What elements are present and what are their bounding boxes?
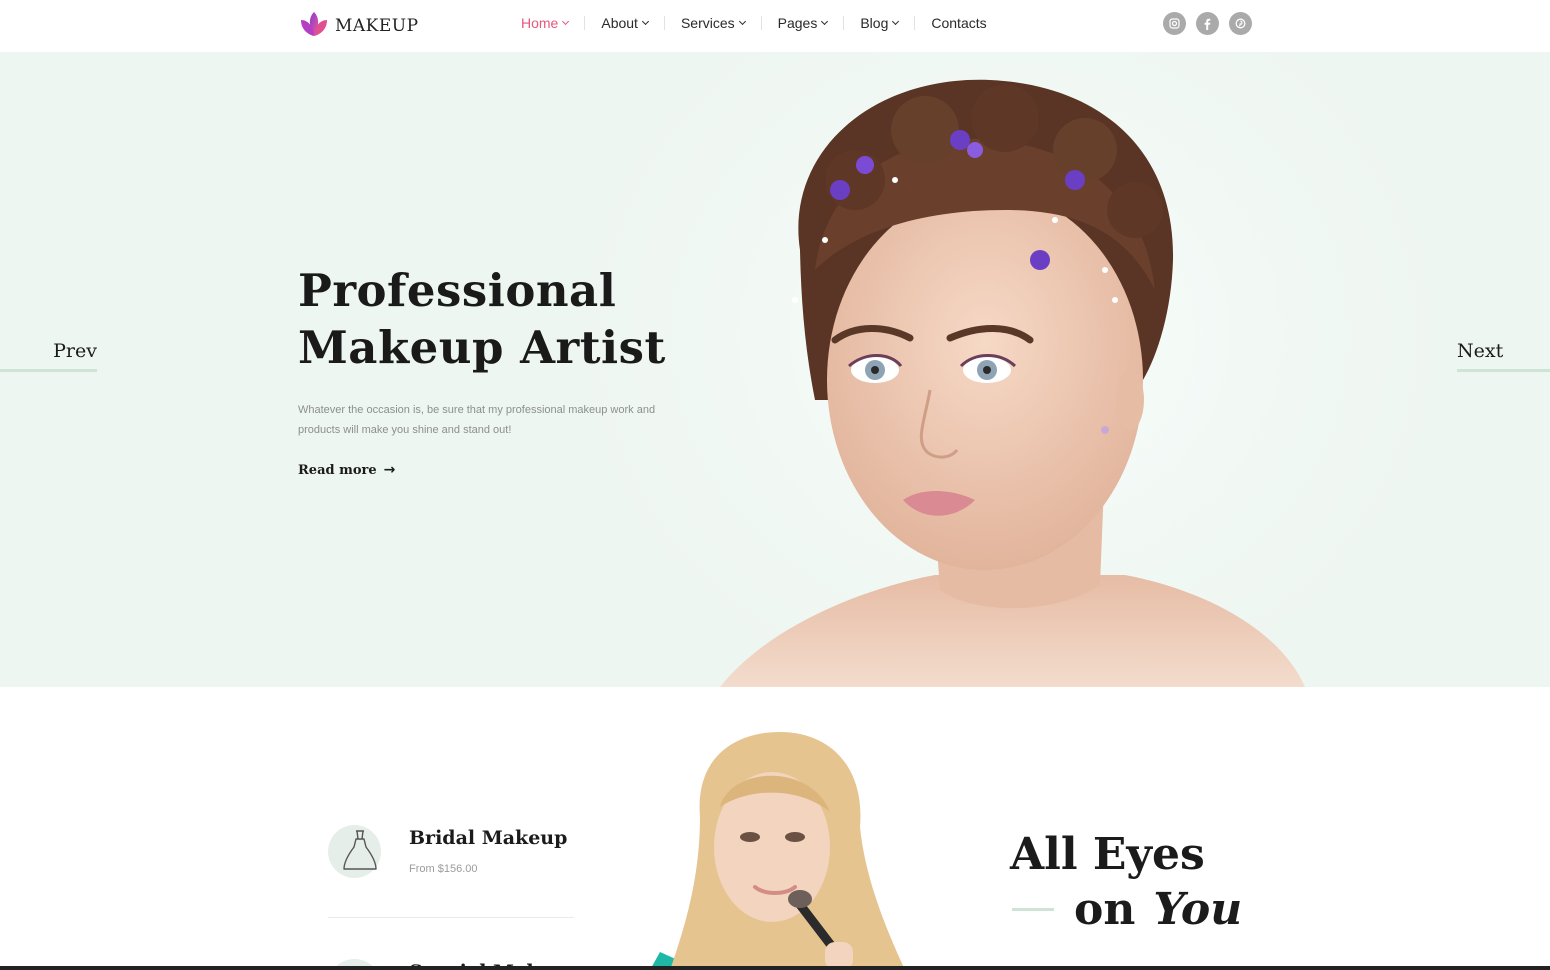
- hero-model-photo: [720, 79, 1305, 687]
- next-label: Next: [1457, 340, 1504, 362]
- site-header: MAKEUP Home About Services Pages Blog Co…: [0, 0, 1550, 52]
- hero-title-line-1: Professional: [298, 264, 617, 317]
- main-nav: Home About Services Pages Blog Contacts: [505, 15, 1003, 31]
- nav-label: About: [601, 15, 638, 31]
- chevron-down-icon: [738, 17, 746, 26]
- lotus-icon: [301, 12, 327, 36]
- next-slide-button[interactable]: Next: [1457, 340, 1550, 372]
- instagram-button[interactable]: [1163, 12, 1186, 35]
- feature-title-on: on: [1074, 884, 1136, 935]
- read-more-link[interactable]: Read more →: [298, 462, 395, 478]
- window-bottom-edge: [0, 966, 1550, 970]
- hero-slider: Professional Makeup Artist Whatever the …: [0, 52, 1550, 687]
- next-underline: [1457, 369, 1550, 372]
- blonde-model-photo: [650, 732, 905, 970]
- arrow-right-icon: →: [383, 462, 396, 478]
- feature-title-you: You: [1153, 884, 1243, 935]
- facebook-icon: [1204, 18, 1211, 30]
- service-price: From $156.00: [409, 863, 478, 875]
- read-more-label: Read more: [298, 462, 377, 478]
- services-section: Bridal Makeup From $156.00 Special Makeu…: [0, 687, 1550, 970]
- chevron-down-icon: [821, 17, 829, 26]
- dress-icon: [343, 830, 377, 870]
- nav-label: Home: [521, 15, 559, 31]
- prev-label: Prev: [53, 340, 97, 362]
- site-logo[interactable]: MAKEUP: [298, 9, 419, 39]
- chevron-down-icon: [892, 17, 900, 26]
- nav-item-services[interactable]: Services: [665, 15, 761, 31]
- feature-title-line-2: on You: [1012, 884, 1242, 935]
- nav-item-about[interactable]: About: [585, 15, 664, 31]
- service-icon-circle: [328, 825, 381, 878]
- chevron-down-icon: [562, 17, 570, 26]
- facebook-button[interactable]: [1196, 12, 1219, 35]
- prev-slide-button[interactable]: Prev: [0, 340, 97, 372]
- nav-label: Contacts: [931, 15, 987, 31]
- nav-item-blog[interactable]: Blog: [844, 15, 914, 31]
- service-item-bridal[interactable]: Bridal Makeup From $156.00: [328, 825, 567, 878]
- service-title: Bridal Makeup: [409, 827, 568, 849]
- nav-item-home[interactable]: Home: [505, 15, 584, 31]
- hero-description: Whatever the occasion is, be sure that m…: [298, 404, 656, 436]
- instagram-icon: [1169, 18, 1180, 29]
- brand-name: MAKEUP: [335, 15, 419, 36]
- chevron-down-icon: [641, 17, 649, 26]
- hero-title-line-2: Makeup Artist: [298, 321, 666, 374]
- nav-label: Blog: [860, 15, 889, 31]
- nav-label: Pages: [777, 15, 818, 31]
- nav-label: Services: [680, 15, 735, 31]
- feature-title-line-1: All Eyes: [1010, 829, 1205, 880]
- pinterest-button[interactable]: [1229, 12, 1252, 35]
- prev-underline: [0, 369, 97, 372]
- service-divider: [328, 917, 574, 918]
- hero-title: Professional Makeup Artist: [298, 262, 666, 376]
- social-links: [1163, 12, 1262, 35]
- pinterest-icon: [1235, 18, 1246, 29]
- nav-item-contacts[interactable]: Contacts: [915, 15, 1002, 31]
- nav-item-pages[interactable]: Pages: [762, 15, 844, 31]
- accent-dash: [1012, 908, 1054, 911]
